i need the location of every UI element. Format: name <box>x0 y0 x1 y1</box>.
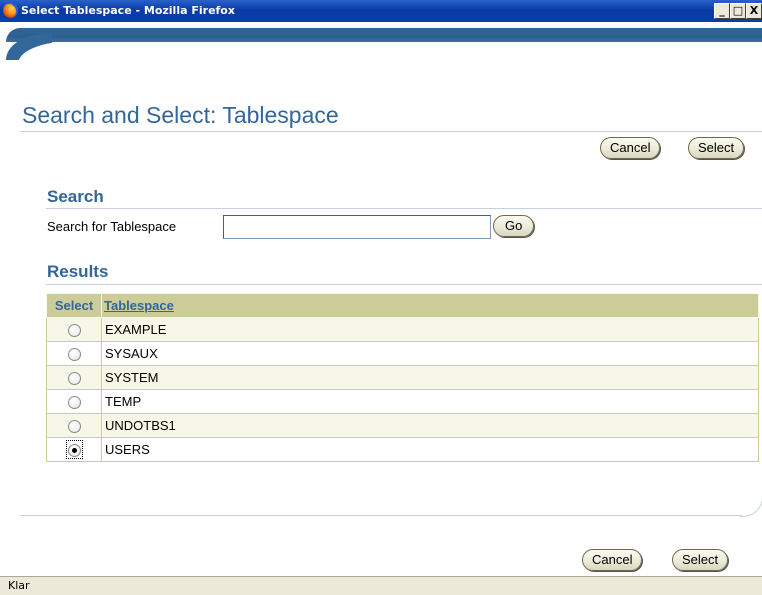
tablespace-name: UNDOTBS1 <box>101 413 759 438</box>
search-label: Search for Tablespace <box>47 219 177 234</box>
brand-bar <box>6 24 762 64</box>
search-input[interactable] <box>223 215 491 239</box>
status-bar: Klar <box>0 576 762 595</box>
status-text: Klar <box>8 579 30 592</box>
select-button-top[interactable]: Select <box>688 137 745 159</box>
cancel-button-top[interactable]: Cancel <box>600 137 661 159</box>
page-title: Search and Select: Tablespace <box>22 102 339 128</box>
results-heading: Results <box>47 262 109 281</box>
table-header-row: Select Tablespace <box>46 293 759 318</box>
row-radio-button[interactable] <box>67 324 81 338</box>
row-radio-button[interactable] <box>67 420 81 434</box>
window-title: Select Tablespace - Mozilla Firefox <box>21 4 235 17</box>
table-row[interactable]: EXAMPLE <box>46 317 759 342</box>
row-radio-button-selected[interactable] <box>67 444 81 458</box>
column-header-select: Select <box>46 293 102 318</box>
row-radio-button[interactable] <box>67 396 81 410</box>
table-row[interactable]: SYSAUX <box>46 341 759 366</box>
search-heading: Search <box>47 187 104 206</box>
go-button[interactable]: Go <box>493 215 535 237</box>
row-radio-button[interactable] <box>67 348 81 362</box>
title-divider <box>20 131 762 132</box>
row-radio-button[interactable] <box>67 372 81 386</box>
cancel-button-bottom[interactable]: Cancel <box>582 549 643 571</box>
select-button-bottom[interactable]: Select <box>672 549 729 571</box>
table-row[interactable]: UNDOTBS1 <box>46 413 759 438</box>
table-row[interactable]: USERS <box>46 437 759 462</box>
footer-divider <box>20 515 742 516</box>
window-title-bar[interactable]: Select Tablespace - Mozilla Firefox _ □ … <box>0 0 762 22</box>
results-divider <box>46 284 762 285</box>
results-table: Select Tablespace EXAMPLE SYSAUX SYSTEM … <box>46 293 759 462</box>
tablespace-name: USERS <box>101 437 759 462</box>
tablespace-name: EXAMPLE <box>101 317 759 342</box>
firefox-icon <box>3 3 18 18</box>
sort-tablespace-link[interactable]: Tablespace <box>104 298 174 313</box>
tablespace-name: SYSTEM <box>101 365 759 390</box>
table-row[interactable]: SYSTEM <box>46 365 759 390</box>
minimize-button[interactable]: _ <box>714 3 730 19</box>
tablespace-name: TEMP <box>101 389 759 414</box>
tablespace-name: SYSAUX <box>101 341 759 366</box>
brand-band <box>6 28 762 42</box>
column-header-tablespace[interactable]: Tablespace <box>101 293 759 318</box>
maximize-button[interactable]: □ <box>730 3 746 19</box>
table-row[interactable]: TEMP <box>46 389 759 414</box>
search-divider <box>46 208 762 209</box>
close-button[interactable]: X <box>746 3 762 19</box>
